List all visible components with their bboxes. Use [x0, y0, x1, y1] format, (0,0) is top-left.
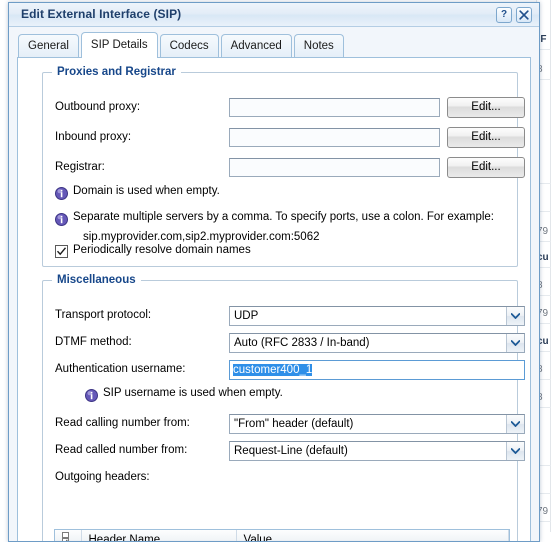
select-all-icon — [62, 532, 69, 541]
miscellaneous-group-legend: Miscellaneous — [52, 274, 141, 286]
miscellaneous-group: Miscellaneous Transport protocol: UDP DT… — [42, 274, 525, 541]
tab-panel-sip-details: Proxies and Registrar Outbound proxy: Ed… — [17, 57, 531, 541]
domain-hint-text: Domain is used when empty. — [73, 185, 220, 197]
transport-protocol-select[interactable]: UDP — [229, 306, 525, 326]
servers-hint-text: Separate multiple servers by a comma. To… — [73, 211, 495, 223]
registrar-edit-button[interactable]: Edit... — [447, 157, 525, 178]
inbound-proxy-edit-button[interactable]: Edit... — [447, 127, 525, 148]
dialog-title: Edit External Interface (SIP) — [21, 7, 182, 21]
info-icon — [55, 213, 68, 226]
checkmark-icon — [56, 247, 67, 256]
registrar-label: Registrar: — [55, 161, 105, 173]
dtmf-method-value: Auto (RFC 2833 / In-band) — [234, 337, 370, 349]
chevron-down-icon — [506, 415, 524, 433]
chevron-down-icon — [506, 334, 524, 352]
authentication-username-hint: SIP username is used when empty. — [103, 387, 283, 399]
info-icon — [85, 389, 98, 402]
info-icon — [55, 187, 68, 200]
outbound-proxy-label: Outbound proxy: — [55, 101, 141, 113]
dtmf-method-label: DTMF method: — [55, 336, 132, 348]
dtmf-method-select[interactable]: Auto (RFC 2833 / In-band) — [229, 333, 525, 353]
close-icon — [519, 10, 529, 20]
proxies-and-registrar-group: Proxies and Registrar Outbound proxy: Ed… — [42, 66, 525, 267]
tab-general[interactable]: General — [18, 34, 79, 58]
proxies-group-legend: Proxies and Registrar — [52, 66, 181, 78]
read-calling-number-value: "From" header (default) — [234, 418, 354, 430]
read-called-number-select[interactable]: Request-Line (default) — [229, 441, 525, 461]
periodically-resolve-checkbox[interactable] — [55, 245, 68, 258]
question-mark-icon: ? — [500, 9, 508, 20]
tab-sip-details[interactable]: SIP Details — [80, 32, 158, 58]
read-called-number-value: Request-Line (default) — [234, 445, 348, 457]
tab-strip: General SIP Details Codecs Advanced Notes — [9, 32, 539, 58]
dialog-title-bar: Edit External Interface (SIP) ? — [9, 3, 539, 27]
edit-external-interface-dialog: Edit External Interface (SIP) ? General S… — [8, 2, 540, 542]
tab-codecs[interactable]: Codecs — [159, 34, 219, 58]
periodically-resolve-label: Periodically resolve domain names — [73, 244, 251, 256]
read-called-number-label: Read called number from: — [55, 444, 188, 456]
outgoing-headers-label: Outgoing headers: — [55, 471, 150, 483]
transport-protocol-value: UDP — [234, 310, 259, 322]
close-button[interactable] — [516, 7, 532, 23]
outgoing-headers-table[interactable]: Header Name Value From numberEXTERNAL_NU… — [54, 529, 510, 541]
inbound-proxy-label: Inbound proxy: — [55, 131, 132, 143]
outbound-proxy-edit-button[interactable]: Edit... — [447, 97, 525, 118]
servers-hint-example: sip.myprovider.com,sip2.myprovider.com:5… — [83, 231, 320, 243]
inbound-proxy-input[interactable] — [229, 128, 440, 147]
outbound-proxy-input[interactable] — [229, 98, 440, 117]
authentication-username-input[interactable]: customer400_1 — [229, 360, 525, 380]
chevron-down-icon — [506, 307, 524, 325]
authentication-username-value: customer400_1 — [233, 364, 313, 376]
read-calling-number-label: Read calling number from: — [55, 417, 190, 429]
help-button[interactable]: ? — [496, 7, 512, 23]
tab-notes[interactable]: Notes — [293, 34, 344, 58]
transport-protocol-label: Transport protocol: — [55, 309, 152, 321]
read-calling-number-select[interactable]: "From" header (default) — [229, 414, 525, 434]
chevron-down-icon — [506, 442, 524, 460]
tab-advanced[interactable]: Advanced — [220, 34, 292, 58]
authentication-username-label: Authentication username: — [55, 363, 186, 375]
registrar-input[interactable] — [229, 158, 440, 177]
